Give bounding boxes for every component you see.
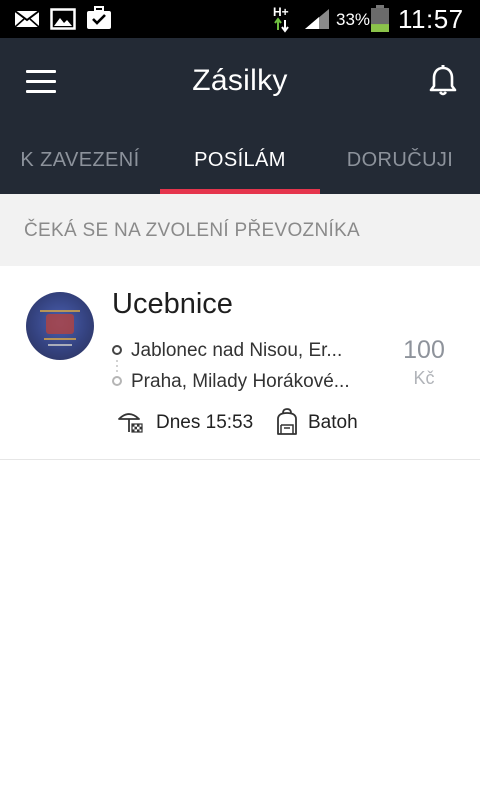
battery-percent: 33%	[336, 10, 371, 29]
network-hplus-icon: H+	[272, 4, 294, 39]
shipment-size: Batoh	[308, 412, 358, 433]
shipment-time: Dnes 15:53	[156, 412, 254, 433]
tab-k-zavezeni[interactable]: K ZAVEZENÍ	[0, 134, 160, 194]
destination-dot-icon	[112, 376, 122, 386]
shipment-title: Ucebnice	[112, 288, 233, 320]
briefcase-check-icon	[86, 6, 112, 35]
origin-address: Jablonec nad Nisou, Er...	[131, 340, 343, 361]
tab-bar: K ZAVEZENÍ POSÍLÁM DORUČUJI	[0, 134, 480, 194]
page-title: Zásilky	[192, 64, 288, 97]
app-bar: Zásilky K ZAVEZENÍ POSÍLÁM DORUČUJI	[0, 38, 480, 194]
bell-icon[interactable]	[422, 60, 464, 102]
status-bar: H+ 33% 11:57	[0, 0, 480, 38]
tab-posilam[interactable]: POSÍLÁM	[160, 134, 320, 194]
backpack-icon	[274, 407, 300, 442]
signal-icon	[304, 8, 330, 35]
clock: 11:57	[398, 4, 464, 34]
shipment-avatar	[26, 292, 94, 360]
destination-address: Praha, Milady Horákové...	[131, 371, 350, 392]
battery-icon	[370, 5, 390, 38]
flag-pickup-icon	[116, 407, 144, 440]
shipment-card[interactable]: Ucebnice Jablonec nad Nisou, Er... Praha…	[0, 266, 480, 460]
section-header: ČEKÁ SE NA ZVOLENÍ PŘEVOZNÍKA	[0, 194, 480, 266]
origin-dot-icon	[112, 345, 122, 355]
image-icon	[50, 8, 76, 35]
mail-icon	[14, 10, 40, 33]
svg-text:H+: H+	[273, 5, 289, 19]
tab-dorucuji[interactable]: DORUČUJI	[320, 134, 480, 194]
shipment-price: 100	[403, 336, 445, 364]
shipment-currency: Kč	[413, 368, 435, 388]
